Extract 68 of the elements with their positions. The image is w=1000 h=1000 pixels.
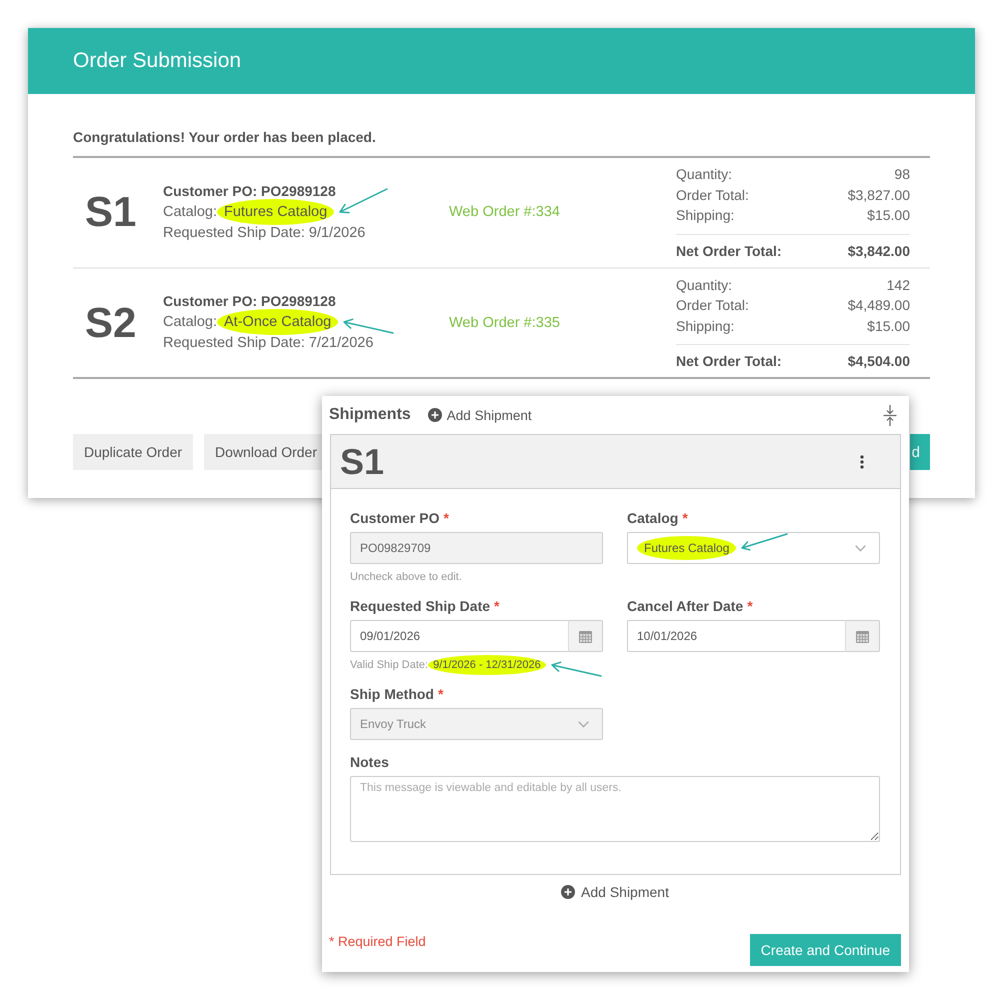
page-title: Order Submission	[73, 49, 242, 73]
ship-date: Requested Ship Date: 7/21/2026	[163, 334, 374, 354]
confirmation-message: Congratulations! Your order has been placed.	[73, 128, 376, 147]
catalog-label: Catalog:	[163, 314, 218, 330]
more-icon[interactable]	[860, 454, 864, 468]
required-mark: *	[682, 510, 688, 526]
calendar-icon	[579, 630, 592, 642]
summary-value: $4,489.00	[848, 296, 910, 315]
summary-label: Order Total:	[676, 186, 749, 204]
shipment-code: S1	[85, 191, 136, 234]
summary-value: 98	[894, 165, 910, 184]
annotation-arrow	[739, 533, 790, 551]
plus-circle-icon	[428, 408, 442, 422]
date-field[interactable]: 10/01/2026	[627, 620, 845, 652]
ship-date: Requested Ship Date: 9/1/2026	[163, 224, 366, 243]
field-label: Notes	[350, 754, 389, 770]
date-field[interactable]: 09/01/2026	[350, 620, 568, 652]
plus-circle-icon	[561, 885, 576, 899]
field-label: Catalog	[627, 510, 678, 526]
summary-value: $15.00	[867, 206, 910, 225]
calendar-icon	[856, 630, 869, 642]
chevron-down-icon	[855, 544, 866, 552]
field-label: Requested Ship Date	[350, 598, 490, 614]
required-note: * Required Field	[329, 934, 426, 950]
field-label: Ship Method	[350, 686, 434, 702]
summary-label: Quantity:	[676, 165, 732, 184]
net-total-value: $3,842.00	[848, 242, 910, 260]
highlighted-value: Futures Catalog	[637, 536, 736, 560]
required-mark: *	[747, 598, 753, 614]
net-total-label: Net Order Total:	[676, 352, 782, 371]
catalog-label: Catalog:	[163, 204, 218, 220]
required-mark: *	[494, 598, 500, 614]
catalog-name: Futures Catalog	[217, 198, 334, 225]
annotation-arrow	[341, 318, 396, 336]
dropdown[interactable]: Futures Catalog	[627, 532, 880, 564]
field-label: Customer PO	[350, 510, 440, 526]
required-mark: *	[443, 510, 449, 526]
annotation-arrow	[337, 186, 390, 215]
net-total-value: $4,504.00	[848, 352, 910, 371]
shipment-code: S1	[340, 444, 384, 480]
calendar-button[interactable]	[568, 620, 603, 652]
action-button[interactable]: Download Order	[204, 434, 322, 470]
summary-label: Quantity:	[676, 276, 732, 295]
calendar-button[interactable]	[845, 620, 880, 652]
required-mark: *	[438, 686, 444, 702]
notes-field[interactable]: This message is viewable and editable by all users.	[350, 776, 880, 842]
collapse-icon[interactable]	[883, 404, 897, 426]
chevron-down-icon	[578, 720, 589, 728]
customer-po: Customer PO: PO2989128	[163, 182, 336, 201]
hint-text: Uncheck above to edit.	[350, 571, 462, 583]
net-total-label: Net Order Total:	[676, 242, 782, 260]
dialog-title: Shipments	[329, 406, 411, 424]
summary-value: 142	[886, 276, 910, 294]
summary-label: Order Total:	[676, 296, 749, 315]
catalog-name: At-Once Catalog	[217, 309, 338, 336]
add-shipment-button[interactable]: Add Shipment	[561, 884, 669, 900]
customer-po: Customer PO: PO2989128	[163, 292, 336, 312]
field-label: Cancel After Date	[627, 598, 744, 614]
summary-label: Shipping:	[676, 316, 734, 336]
hint-text: Valid Ship Date:	[350, 659, 428, 671]
action-button[interactable]: Duplicate Order	[73, 434, 194, 470]
annotation-arrow	[548, 661, 603, 678]
add-shipment-button[interactable]: Add Shipment	[428, 408, 532, 422]
summary-value: $15.00	[867, 316, 910, 336]
date-range: 9/1/2026 - 12/31/2026	[428, 655, 546, 675]
summary-label: Shipping:	[676, 206, 734, 225]
summary-value: $3,827.00	[848, 186, 910, 204]
shipment-code: S2	[85, 302, 136, 344]
